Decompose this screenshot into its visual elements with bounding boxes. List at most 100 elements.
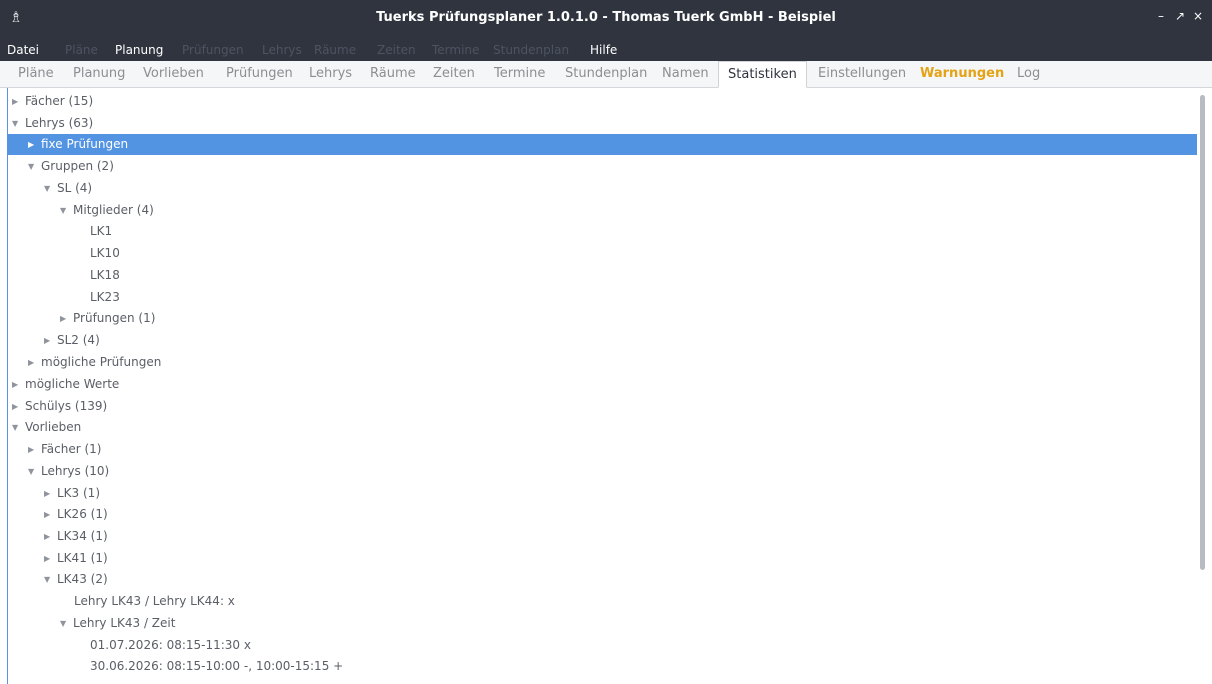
menu-planung[interactable]: Planung (115, 42, 163, 59)
menu-zeiten[interactable]: Zeiten (377, 42, 416, 59)
tree-row-lk3[interactable]: ▶ LK3 (1) (8, 483, 1197, 504)
expander-expanded-icon[interactable]: ▼ (60, 613, 70, 634)
tree-row-vorlieben-faecher[interactable]: ▶ Fächer (1) (8, 439, 1197, 460)
tab-lehrys[interactable]: Lehrys (309, 65, 352, 83)
tree-row-mitglieder[interactable]: ▼ Mitglieder (4) (8, 200, 1197, 221)
tree-row-lehrys[interactable]: ▼ Lehrys (63) (8, 113, 1197, 134)
menu-plaene[interactable]: Pläne (65, 42, 98, 59)
tab-pruefungen[interactable]: Prüfungen (226, 65, 293, 83)
tree-row-label: mögliche Prüfungen (41, 355, 162, 369)
tree-row-lk34[interactable]: ▶ LK34 (1) (8, 526, 1197, 547)
menu-hilfe[interactable]: Hilfe (590, 42, 617, 59)
tree-row-label: mögliche Werte (25, 377, 120, 391)
tree-row-lk10[interactable]: LK10 (8, 243, 1197, 264)
window-title: Tuerks Prüfungsplaner 1.0.1.0 - Thomas T… (376, 10, 836, 25)
expander-collapsed-icon[interactable]: ▶ (44, 330, 54, 351)
tree-row-label: SL2 (4) (57, 333, 100, 347)
tab-raeume[interactable]: Räume (370, 65, 416, 83)
menu-termine[interactable]: Termine (432, 42, 479, 59)
tree-row-vorlieben-lehrys[interactable]: ▼ Lehrys (10) (8, 461, 1197, 482)
tab-termine[interactable]: Termine (494, 65, 545, 83)
tree-row-gruppen[interactable]: ▼ Gruppen (2) (8, 156, 1197, 177)
tree-row-label: Lehry LK43 / Zeit (73, 616, 176, 630)
statistics-tree[interactable]: ▶ Fächer (15) ▼ Lehrys (63) ▶ fixe Prüfunge… (8, 88, 1198, 684)
tree-row-date-30-06[interactable]: 30.06.2026: 08:15-10:00 -, 10:00-15:15 + (8, 656, 1197, 677)
menu-stundenplan[interactable]: Stundenplan (493, 42, 569, 59)
tree-row-lk23[interactable]: LK23 (8, 287, 1197, 308)
tree-row-label: Fächer (1) (41, 442, 102, 456)
tree-row-moegliche-werte[interactable]: ▶ mögliche Werte (8, 374, 1197, 395)
tree-row-fixe-pruefungen[interactable]: ▶ fixe Prüfungen (8, 134, 1197, 155)
tab-plaene[interactable]: Pläne (18, 65, 54, 83)
expander-collapsed-icon[interactable]: ▶ (44, 504, 54, 525)
expander-collapsed-icon[interactable]: ▶ (44, 548, 54, 569)
expander-expanded-icon[interactable]: ▼ (28, 461, 38, 482)
expander-collapsed-icon[interactable]: ▶ (12, 396, 22, 417)
tab-zeiten[interactable]: Zeiten (433, 65, 475, 83)
tab-vorlieben[interactable]: Vorlieben (143, 65, 204, 83)
tab-namen[interactable]: Namen (662, 65, 709, 83)
tab-warnungen[interactable]: Warnungen (920, 65, 1004, 83)
restore-icon[interactable]: ↗ (1175, 6, 1185, 26)
tab-statistiken[interactable]: Statistiken (718, 61, 807, 88)
expander-expanded-icon[interactable]: ▼ (28, 156, 38, 177)
close-icon[interactable]: × (1193, 6, 1203, 26)
tree-row-lk43-lk44[interactable]: Lehry LK43 / Lehry LK44: x (8, 591, 1197, 612)
menu-lehrys[interactable]: Lehrys (262, 42, 302, 59)
tree-row-label: Gruppen (2) (41, 159, 114, 173)
tree-row-lk41[interactable]: ▶ LK41 (1) (8, 548, 1197, 569)
expander-collapsed-icon[interactable]: ▶ (28, 439, 38, 460)
tree-row-label: LK23 (90, 290, 120, 304)
tree-row-label: Prüfungen (1) (73, 311, 156, 325)
tree-row-sl[interactable]: ▼ SL (4) (8, 178, 1197, 199)
tree-row-schuelys[interactable]: ▶ Schülys (139) (8, 396, 1197, 417)
tree-row-vorlieben[interactable]: ▼ Vorlieben (8, 417, 1197, 438)
expander-collapsed-icon[interactable]: ▶ (28, 134, 38, 155)
tree-row-faecher[interactable]: ▶ Fächer (15) (8, 91, 1197, 112)
tree-row-label: LK41 (1) (57, 551, 108, 565)
expander-collapsed-icon[interactable]: ▶ (44, 526, 54, 547)
tab-log[interactable]: Log (1017, 65, 1040, 83)
expander-expanded-icon[interactable]: ▼ (60, 200, 70, 221)
tree-row-pruefungen[interactable]: ▶ Prüfungen (1) (8, 308, 1197, 329)
tree-row-lk26[interactable]: ▶ LK26 (1) (8, 504, 1197, 525)
scrollbar-thumb[interactable] (1200, 95, 1205, 570)
tree-row-label: Lehry LK43 / Lehry LK44: x (74, 594, 235, 608)
tree-row-lk43-zeit[interactable]: ▼ Lehry LK43 / Zeit (8, 613, 1197, 634)
tree-row-label: 30.06.2026: 08:15-10:00 -, 10:00-15:15 + (90, 659, 344, 673)
tree-row-label: Schülys (139) (25, 399, 108, 413)
tree-row-label: LK1 (90, 224, 113, 238)
tree-row-label: LK3 (1) (57, 486, 101, 500)
expander-collapsed-icon[interactable]: ▶ (44, 483, 54, 504)
expander-expanded-icon[interactable]: ▼ (44, 569, 54, 590)
menu-datei[interactable]: Datei (7, 42, 39, 59)
tab-planung[interactable]: Planung (73, 65, 125, 83)
tree-row-label: SL (4) (57, 181, 93, 195)
tree-row-lk1[interactable]: LK1 (8, 221, 1197, 242)
expander-expanded-icon[interactable]: ▼ (44, 178, 54, 199)
menu-raeume[interactable]: Räume (314, 42, 356, 59)
expander-expanded-icon[interactable]: ▼ (12, 113, 22, 134)
tree-row-label: Fächer (15) (25, 94, 94, 108)
expander-collapsed-icon[interactable]: ▶ (12, 91, 22, 112)
tree-row-lk43[interactable]: ▼ LK43 (2) (8, 569, 1197, 590)
tab-bar: Pläne Planung Vorlieben Prüfungen Lehrys… (0, 61, 1212, 88)
expander-collapsed-icon[interactable]: ▶ (28, 352, 38, 373)
expander-expanded-icon[interactable]: ▼ (12, 417, 22, 438)
tree-row-lk18[interactable]: LK18 (8, 265, 1197, 286)
title-bar[interactable]: ♗ Tuerks Prüfungsplaner 1.0.1.0 - Thomas… (0, 0, 1212, 40)
tree-row-label: LK34 (1) (57, 529, 108, 543)
tree-row-date-01-07[interactable]: 01.07.2026: 08:15-11:30 x (8, 635, 1197, 656)
tree-row-label: LK26 (1) (57, 507, 108, 521)
minimize-icon[interactable]: – (1158, 6, 1164, 26)
tree-row-sl2[interactable]: ▶ SL2 (4) (8, 330, 1197, 351)
expander-collapsed-icon[interactable]: ▶ (60, 308, 70, 329)
tree-row-moegliche-pruefungen[interactable]: ▶ mögliche Prüfungen (8, 352, 1197, 373)
menu-pruefungen[interactable]: Prüfungen (182, 42, 244, 59)
expander-collapsed-icon[interactable]: ▶ (12, 374, 22, 395)
tree-row-label: LK43 (2) (57, 572, 108, 586)
menu-bar: Datei Pläne Planung Prüfungen Lehrys Räu… (0, 40, 1212, 61)
tree-row-label: fixe Prüfungen (41, 137, 129, 151)
tab-stundenplan[interactable]: Stundenplan (565, 65, 647, 83)
tab-einstellungen[interactable]: Einstellungen (818, 65, 906, 83)
